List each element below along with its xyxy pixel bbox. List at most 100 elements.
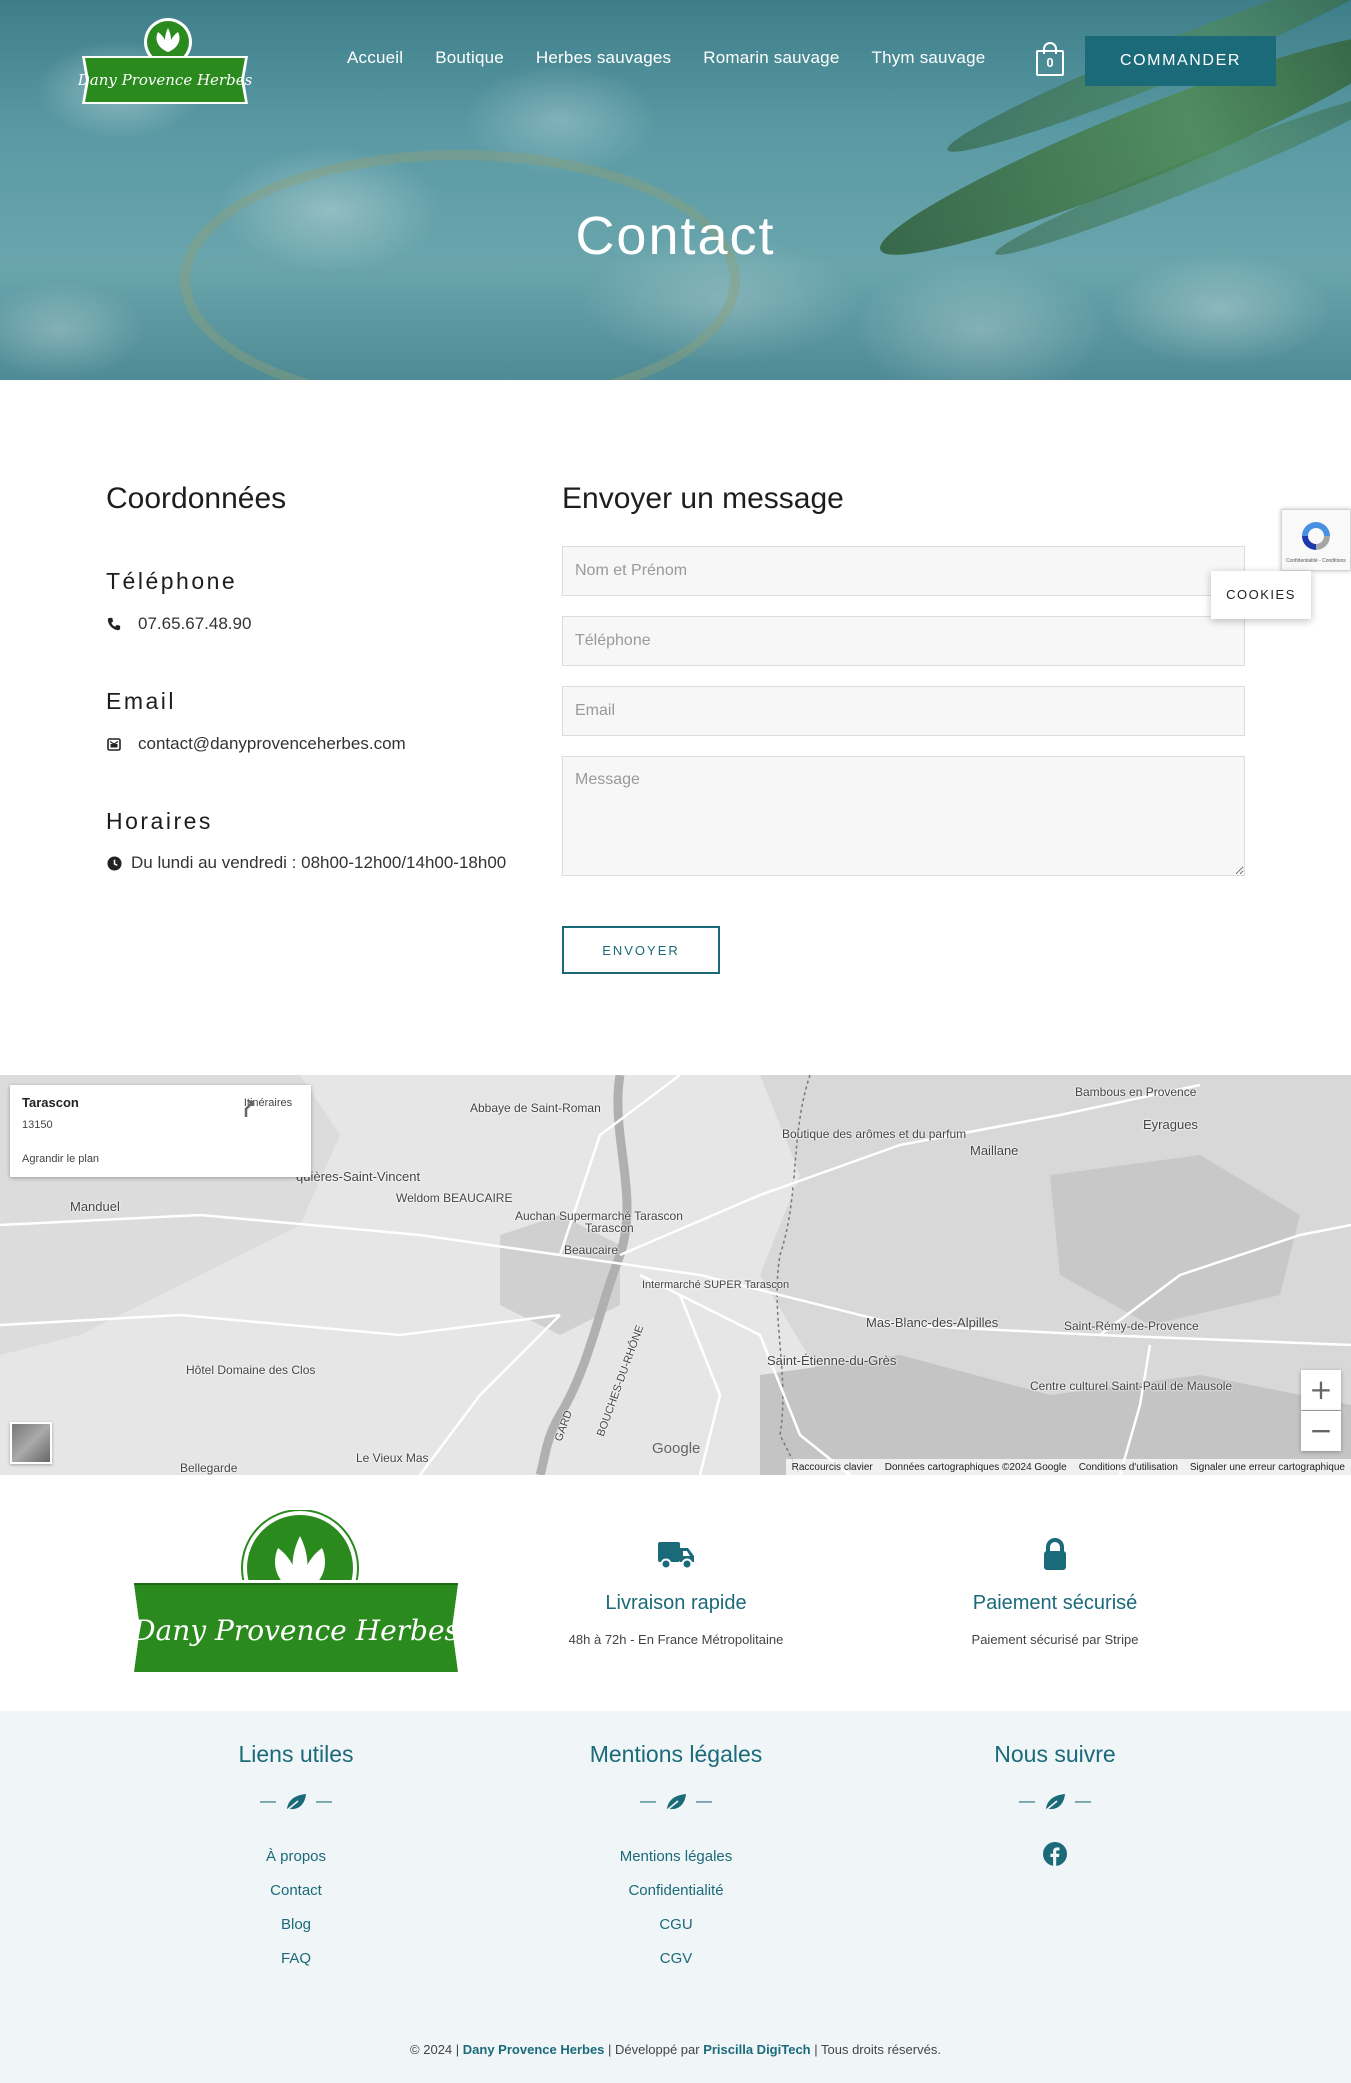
map-footer-link[interactable]: Conditions d'utilisation [1079,1462,1178,1473]
footer-separator: — — [1019,1793,1091,1812]
hours-row: Du lundi au vendredi : 08h00-12h00/14h00… [106,853,506,873]
form-title: Envoyer un message [562,482,844,515]
lock-icon [1044,1538,1066,1570]
map-place-name: Tarascon [22,1095,79,1110]
nav-item-romarin-sauvage[interactable]: Romarin sauvage [703,48,839,68]
google-map[interactable]: Abbaye de Saint-Roman Bambous en Provence… [0,1075,1351,1475]
feature-desc: 48h à 72h - En France Métropolitaine [568,1632,784,1647]
message-field[interactable] [562,756,1245,876]
name-field[interactable] [562,546,1245,596]
map-label: Intermarché SUPER Tarascon [642,1279,790,1291]
zoom-out-button[interactable]: − [1301,1411,1341,1451]
directions-button[interactable]: Itinéraires [238,1097,298,1117]
footer-link-blog[interactable]: Blog [146,1916,446,1950]
footer-link-cgv[interactable]: CGV [526,1950,826,1984]
leaf-icon [285,1794,306,1812]
footer-link-mentions-legales[interactable]: Mentions légales [526,1848,826,1882]
phone-row: 07.65.67.48.90 [106,614,251,634]
enlarge-map-link[interactable]: Agrandir le plan [22,1153,99,1165]
copyright: © 2024 | Dany Provence Herbes | Développ… [0,2042,1351,2057]
map-label: Mas-Blanc-des-Alpilles [866,1315,999,1330]
phone-number[interactable]: 07.65.67.48.90 [138,614,251,634]
footer-separator: — — [640,1793,712,1812]
satellite-toggle[interactable] [10,1422,52,1464]
map-label: Weldom BEAUCAIRE [396,1191,513,1205]
phone-icon [106,616,122,632]
email-title: Email [106,688,177,714]
footer-links: Mentions légales Confidentialité CGU CGV [526,1848,826,1984]
email-row: contact@danyprovenceherbes.com [106,734,406,754]
map-place-postcode: 13150 [22,1119,53,1131]
email-address[interactable]: contact@danyprovenceherbes.com [138,734,406,754]
envelope-icon [106,736,122,752]
cart-icon[interactable]: 0 [1036,42,1064,76]
developer-link[interactable]: Priscilla DigiTech [703,2042,810,2057]
leaf-icon [665,1794,686,1812]
map-label: Eyragues [1143,1117,1198,1132]
footer-col-title: Nous suivre [994,1741,1116,1767]
facebook-icon[interactable] [1043,1842,1067,1866]
cookies-button[interactable]: COOKIES [1211,571,1311,619]
main-nav: Accueil Boutique Herbes sauvages Romarin… [347,48,985,68]
map-label: Saint-Étienne-du-Grès [767,1353,897,1368]
nav-item-thym-sauvage[interactable]: Thym sauvage [871,48,985,68]
map-label: Bambous en Provence [1075,1085,1197,1099]
footer-link-a-propos[interactable]: À propos [146,1848,446,1882]
logo-text: Dany Provence Herbes [78,71,252,89]
footer-link-contact[interactable]: Contact [146,1882,446,1916]
directions-icon [244,1100,255,1117]
recaptcha-icon [1302,522,1330,550]
footer-links: À propos Contact Blog FAQ [146,1848,446,1984]
map-footer-link[interactable]: Signaler une erreur cartographique [1190,1462,1345,1473]
map-label: Maillane [970,1143,1019,1158]
map-label: Beaucaire [564,1243,619,1257]
nav-item-accueil[interactable]: Accueil [347,48,403,68]
send-button[interactable]: ENVOYER [562,926,720,974]
site-logo[interactable]: Dany Provence Herbes [78,18,252,104]
footer-col-legal: Mentions légales — — Mentions légales Co… [526,1741,826,1984]
copyright-dev-prefix: | Développé par [608,2042,700,2057]
recaptcha-badge[interactable]: Confidentialité - Conditions [1281,509,1351,571]
footer-logo-text: Dany Provence Herbes [132,1614,459,1647]
truck-icon [658,1542,694,1570]
footer-col-title: Liens utiles [238,1741,354,1767]
nav-item-boutique[interactable]: Boutique [435,48,504,68]
map-label: Le Vieux Mas [356,1451,429,1465]
brand-link[interactable]: Dany Provence Herbes [463,2042,605,2057]
hero-banner: Dany Provence Herbes Accueil Boutique He… [0,0,1351,380]
commander-button[interactable]: COMMANDER [1085,36,1276,86]
opening-hours: Du lundi au vendredi : 08h00-12h00/14h00… [131,853,507,872]
footer-link-confidentialite[interactable]: Confidentialité [526,1882,826,1916]
map-label: quières-Saint-Vincent [296,1169,421,1184]
map-footer: Raccourcis clavier Données cartographiqu… [785,1459,1351,1475]
footer-link-faq[interactable]: FAQ [146,1950,446,1984]
map-label: Abbaye de Saint-Roman [470,1101,601,1115]
page-title: Contact [575,206,776,266]
map-label: Centre culturel Saint-Paul de Mausole [1030,1379,1233,1393]
nav-item-herbes-sauvages[interactable]: Herbes sauvages [536,48,671,68]
cart-count: 0 [1036,50,1064,76]
map-label: Bellegarde [180,1461,238,1475]
footer-col-follow: Nous suivre — — [905,1741,1205,1871]
footer-link-cgu[interactable]: CGU [526,1916,826,1950]
zoom-in-button[interactable]: + [1301,1370,1341,1410]
map-label: Hôtel Domaine des Clos [186,1363,316,1377]
phone-field[interactable] [562,616,1245,666]
map-label: Boutique des arômes et du parfum [782,1127,967,1141]
email-field[interactable] [562,686,1245,736]
phone-title: Téléphone [106,568,238,594]
map-label: Tarascon [585,1221,634,1235]
leaf-icon [1044,1794,1065,1812]
map-footer-link[interactable]: Raccourcis clavier [792,1462,873,1473]
footer-separator: — — [260,1793,332,1812]
map-place-card: Tarascon 13150 Agrandir le plan Itinérai… [10,1085,311,1177]
google-logo: Google [652,1440,701,1457]
footer-logo[interactable]: Dany Provence Herbes [128,1510,464,1676]
feature-title: Livraison rapide [605,1592,747,1614]
map-label: Saint-Rémy-de-Provence [1064,1319,1199,1333]
footer-col-useful: Liens utiles — — À propos Contact Blog F… [146,1741,446,1984]
recaptcha-text[interactable]: Confidentialité - Conditions [1286,558,1346,564]
feature-desc: Paiement sécurisé par Stripe [971,1632,1139,1647]
feature-title: Paiement sécurisé [972,1592,1138,1614]
social-links [905,1842,1205,1871]
